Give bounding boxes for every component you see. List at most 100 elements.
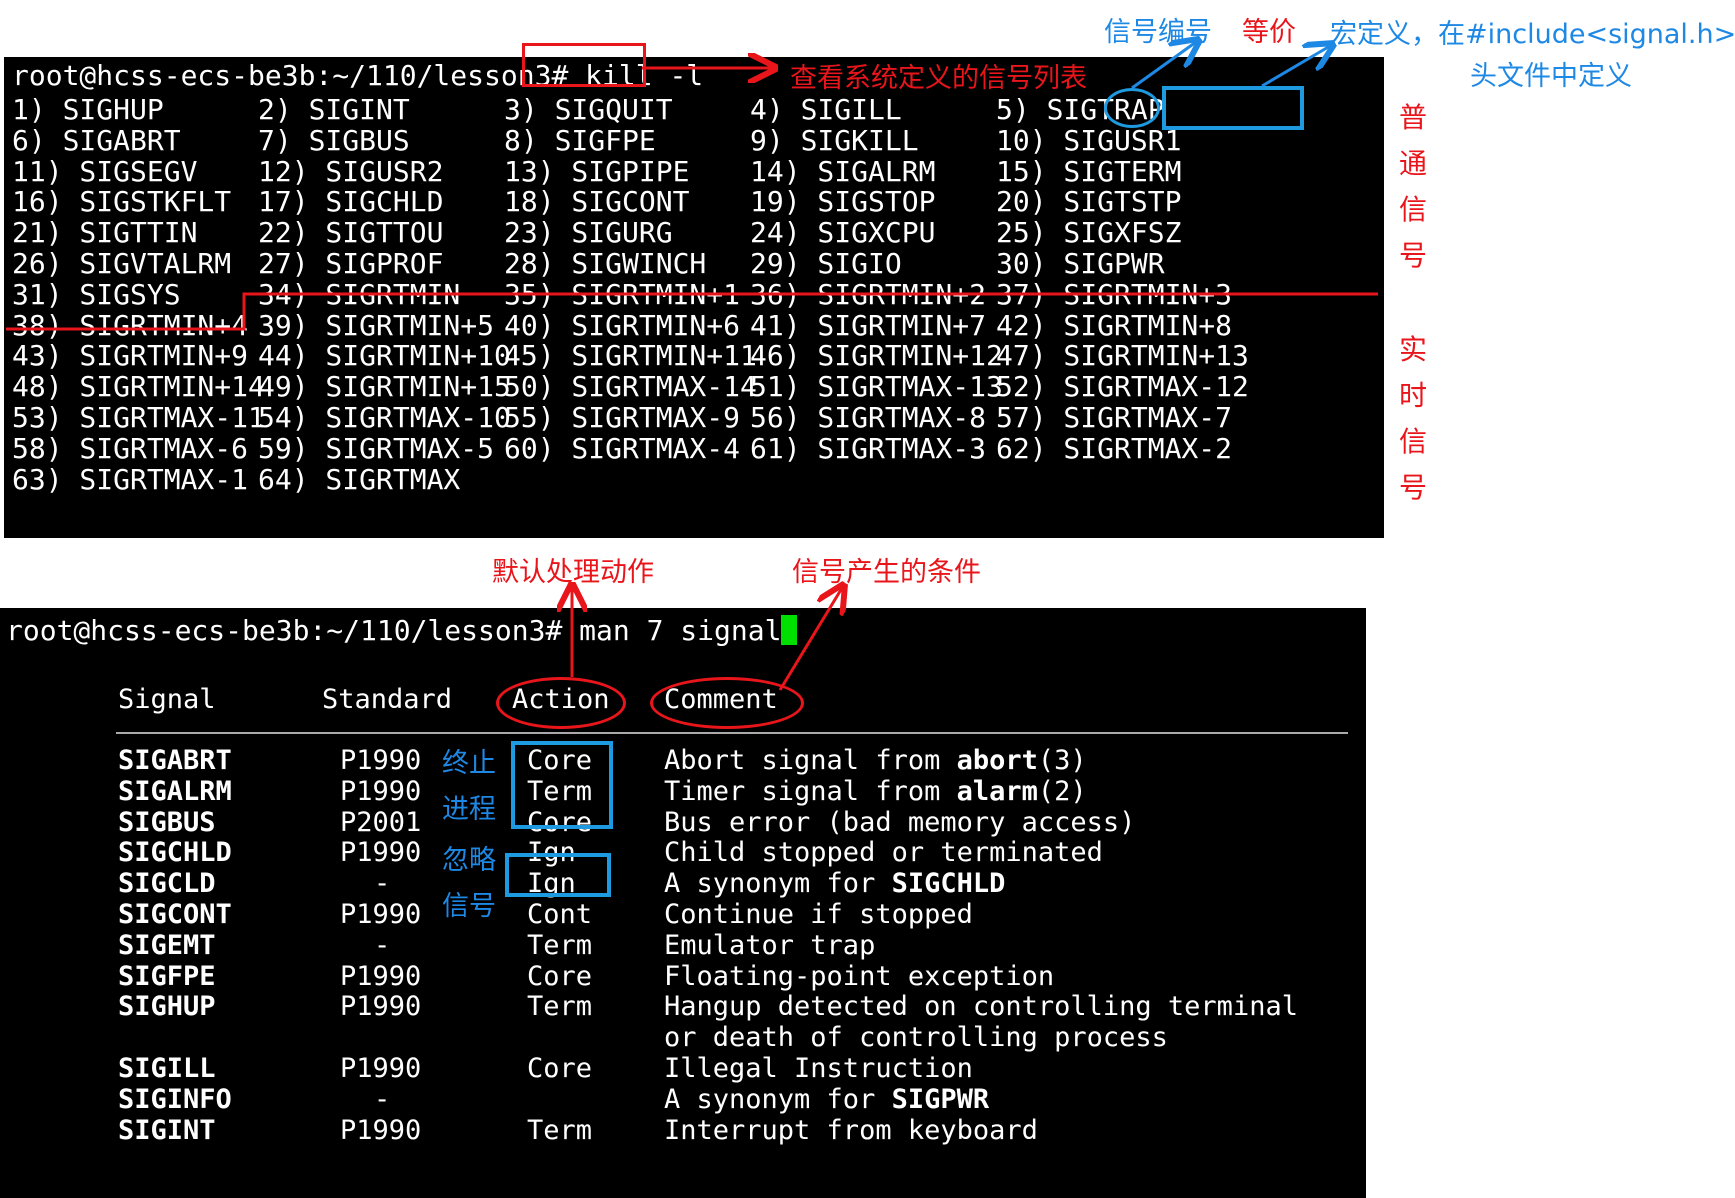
signal-standard: - — [374, 1083, 391, 1115]
signal-name: SIGCLD — [118, 868, 216, 900]
signal-entry: 18) SIGCONT — [504, 185, 690, 219]
signal-entry: 10) SIGUSR1 — [996, 123, 1182, 157]
signal-entry: 48) SIGRTMIN+14 — [12, 370, 265, 404]
signal-comment: A synonym for SIGCHLD — [664, 867, 1005, 901]
signal-entry: 17) SIGCHLD — [258, 185, 444, 219]
comment-text: Emulator trap — [664, 929, 876, 961]
terminal-cursor — [781, 615, 798, 645]
header-separator — [116, 732, 1348, 734]
signal-standard: P1990 — [340, 899, 422, 930]
terminate-actions-highlight — [511, 741, 613, 829]
signal-comment: A synonym for SIGPWR — [664, 1083, 989, 1117]
signal-action: Term — [527, 1114, 593, 1146]
signal-entry: 1) SIGHUP — [12, 93, 164, 126]
shell-prompt: root@hcss-ecs-be3b:~/110/lesson3# — [6, 614, 563, 647]
signal-entry: 12) SIGUSR2 — [258, 154, 444, 188]
signal-entry: 22) SIGTTOU — [258, 216, 444, 250]
signal-entry: 25) SIGXFSZ — [996, 216, 1182, 250]
signal-name: SIGCONT — [118, 899, 232, 930]
signal-comment: Timer signal from alarm(2) — [664, 775, 1087, 809]
signal-entry: 20) SIGTSTP — [996, 185, 1182, 219]
signal-action: Cont — [527, 899, 593, 930]
signal-entry: 24) SIGXCPU — [750, 216, 936, 250]
macro-annotation-line1: 宏定义，在#include<signal.h> — [1330, 19, 1735, 50]
signal-entry: 62) SIGRTMAX-2 — [996, 431, 1233, 465]
comment-text: Floating-point exception — [664, 960, 1055, 992]
table-row: or death of controlling process — [0, 1021, 1366, 1055]
header-standard: Standard — [322, 684, 453, 715]
signal-entry: 45) SIGRTMIN+11 — [504, 339, 757, 373]
signal-standard: - — [374, 868, 391, 900]
signal-entry: 54) SIGRTMAX-10 — [258, 401, 511, 434]
signal-standard: P2001 — [340, 806, 422, 838]
table-row: SIGEMT - Term Emulator trap — [0, 929, 1366, 963]
view-list-annotation: 查看系统定义的信号列表 — [790, 63, 1087, 94]
signal-entry: 59) SIGRTMAX-5 — [258, 431, 495, 465]
signal-name: SIGBUS — [118, 806, 216, 838]
comment-text: A synonym for — [664, 868, 892, 900]
signal-action: Term — [527, 991, 593, 1023]
comment-text: Abort signal from — [664, 745, 957, 776]
signal-action: Core — [527, 1053, 593, 1084]
signal-standard: P1990 — [340, 991, 422, 1023]
signal-standard: P1990 — [340, 745, 422, 776]
table-row: SIGABRT P1990 Core Abort signal from abort(… — [0, 744, 1366, 778]
shell-prompt: root@hcss-ecs-be3b:~/110/lesson3# — [12, 59, 569, 92]
normal-signals-char: 信 — [1398, 193, 1427, 226]
table-row: SIGINFO - A synonym for SIGPWR — [0, 1083, 1366, 1117]
header-signal: Signal — [118, 684, 216, 715]
signal-name: SIGHUP — [118, 991, 216, 1023]
comment-suffix: (3) — [1037, 745, 1087, 776]
signal-entry: 61) SIGRTMAX-3 — [750, 431, 987, 465]
man-command-line: root@hcss-ecs-be3b:~/110/lesson3# man 7 … — [6, 614, 798, 648]
action-header-circle — [496, 677, 626, 729]
signal-name: SIGFPE — [118, 960, 216, 992]
signal-entry: 2) SIGINT — [258, 93, 410, 126]
comment-suffix: (2) — [1037, 775, 1087, 807]
realtime-signals-char: 信 — [1398, 425, 1427, 458]
signal-entry: 38) SIGRTMIN+4 — [12, 308, 249, 342]
signal-entry: 11) SIGSEGV — [12, 154, 198, 188]
signal-entry: 39) SIGRTMIN+5 — [258, 308, 495, 342]
normal-signals-label: 普 通 信 号 — [1398, 96, 1428, 280]
signal-entry: 58) SIGRTMAX-6 — [12, 431, 249, 465]
signal-standard: P1990 — [340, 837, 422, 869]
signal-comment: Interrupt from keyboard — [664, 1114, 1038, 1148]
comment-text: Child stopped or terminated — [664, 837, 1103, 869]
table-row: SIGALRM P1990 Term Timer signal from alarm(… — [0, 775, 1366, 809]
signal-entry: 44) SIGRTMIN+10 — [258, 339, 511, 373]
signal-name: SIGILL — [118, 1053, 216, 1084]
sigtrap-highlight — [1162, 86, 1304, 130]
table-row: SIGILL P1990 Core Illegal Instruction — [0, 1052, 1366, 1086]
signal-entry: 16) SIGSTKFLT — [12, 185, 232, 219]
man-command: man 7 signal — [579, 614, 782, 647]
signal-name: SIGALRM — [118, 775, 232, 807]
comment-text: Continue if stopped — [664, 899, 973, 930]
signal-entry: 19) SIGSTOP — [750, 185, 936, 219]
signal-entry: 28) SIGWINCH — [504, 247, 707, 280]
signal-entry: 36) SIGRTMIN+2 — [750, 277, 987, 311]
signal-standard: P1990 — [340, 1114, 422, 1146]
signal-comment: Illegal Instruction — [664, 1052, 973, 1086]
table-row: SIGCLD - Ign A synonym for SIGCHLD — [0, 867, 1366, 901]
normal-signals-char: 普 — [1398, 101, 1427, 134]
ignore-signal-label-2: 信号 — [442, 891, 496, 922]
signal-name: SIGEMT — [118, 929, 216, 961]
signal-entry: 8) SIGFPE — [504, 123, 656, 157]
signal-entry: 30) SIGPWR — [996, 247, 1165, 280]
signal-comment: Emulator trap — [664, 929, 875, 963]
realtime-signals-label: 实 时 信 号 — [1398, 328, 1428, 512]
signal-entry: 31) SIGSYS — [12, 277, 181, 311]
comment-text: Interrupt from keyboard — [664, 1114, 1038, 1146]
signal-entry: 9) SIGKILL — [750, 123, 919, 157]
comment-text: Bus error (bad memory access) — [664, 806, 1136, 838]
signal-entry: 15) SIGTERM — [996, 154, 1182, 188]
signal-comment: Bus error (bad memory access) — [664, 806, 1135, 840]
signal-entry: 51) SIGRTMAX-13 — [750, 370, 1003, 404]
normal-signals-char: 通 — [1398, 147, 1427, 180]
default-action-annotation: 默认处理动作 — [492, 557, 654, 588]
signal-standard: P1990 — [340, 960, 422, 992]
table-row: SIGFPE P1990 Core Floating-point exception — [0, 960, 1366, 994]
signal-entry: 29) SIGIO — [750, 247, 902, 280]
signal-entry: 46) SIGRTMIN+12 — [750, 339, 1003, 373]
